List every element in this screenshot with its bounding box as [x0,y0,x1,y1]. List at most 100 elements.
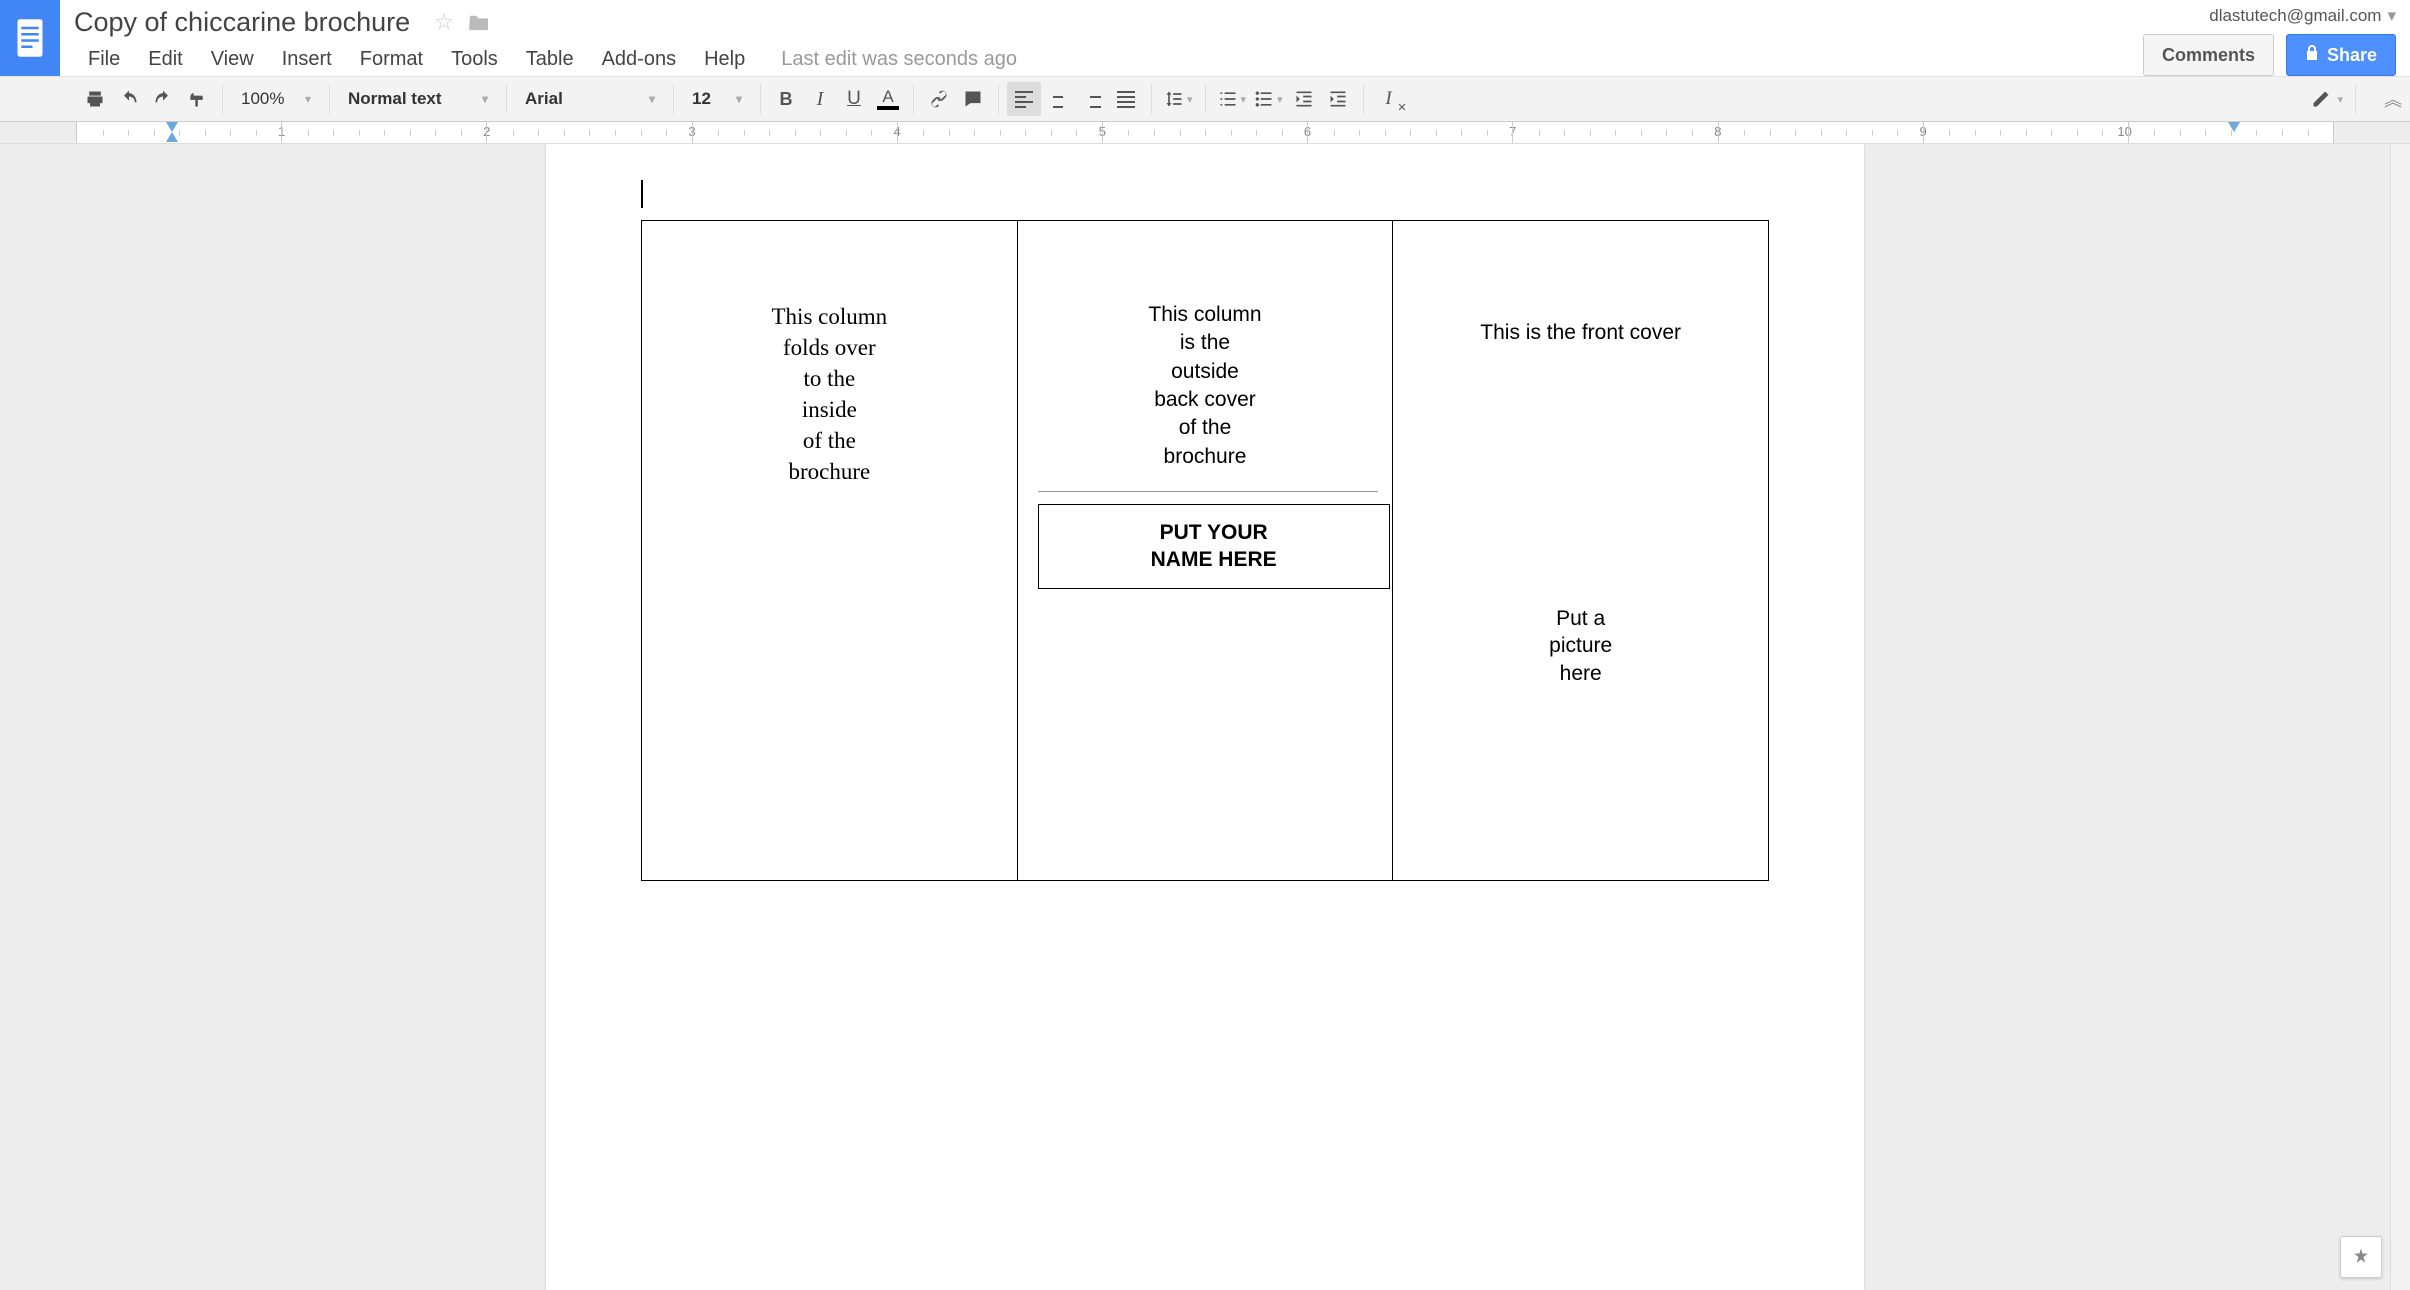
pic-line: here [1413,660,1748,687]
toolbar-separator [1205,84,1206,114]
toolbar-separator [998,84,999,114]
font-family-combo[interactable]: Arial ▾ [515,82,665,116]
brochure-col-3[interactable]: This is the front cover Put a picture he… [1393,221,1769,881]
increase-indent-button[interactable] [1321,82,1355,116]
caret-down-icon: ▾ [2387,6,2396,26]
header-buttons: Comments Share [2143,34,2396,76]
menu-table[interactable]: Table [512,42,588,77]
lock-icon [2305,45,2319,66]
col1-line: to the [662,363,997,394]
caret-down-icon: ▾ [1277,93,1283,106]
insert-link-button[interactable] [922,82,956,116]
pic-line: picture [1413,632,1748,659]
bold-button[interactable]: B [769,82,803,116]
numbered-list-button[interactable]: ▾ [1214,82,1251,116]
toolbar: 100% ▾ Normal text ▾ Arial ▾ 12 ▾ B I U … [0,76,2410,122]
col2-line: outside [1038,358,1373,386]
col1-text: This column folds over to the inside of … [662,301,997,487]
name-placeholder-box[interactable]: PUT YOUR NAME HERE [1038,504,1390,589]
text-color-a-icon: A [882,88,893,105]
col3-front-cover-text: This is the front cover [1413,321,1748,345]
brochure-table[interactable]: This column folds over to the inside of … [641,220,1769,881]
decrease-indent-button[interactable] [1287,82,1321,116]
toolbar-separator [1151,84,1152,114]
toolbar-separator [913,84,914,114]
collapse-toolbar-button[interactable]: ︽ [2384,86,2402,112]
toolbar-separator [760,84,761,114]
caret-down-icon: ▾ [1187,93,1193,106]
italic-button[interactable]: I [803,82,837,116]
menu-file[interactable]: File [74,42,134,77]
print-button[interactable] [78,82,112,116]
align-right-button[interactable] [1075,82,1109,116]
doc-title-row: Copy of chiccarine brochure ☆ [74,0,2410,38]
undo-button[interactable] [112,82,146,116]
clear-formatting-button[interactable]: I ✕ [1372,82,1406,116]
share-button-label: Share [2327,45,2377,66]
col1-line: of the [662,425,997,456]
col2-line: of the [1038,414,1373,442]
comments-button[interactable]: Comments [2143,34,2274,76]
paragraph-style-combo[interactable]: Normal text ▾ [338,82,498,116]
line-spacing-button[interactable]: ▾ [1160,82,1197,116]
toolbar-separator [329,84,330,114]
col2-divider [1038,491,1378,492]
menu-help[interactable]: Help [690,42,759,77]
folder-icon[interactable] [468,13,490,31]
brochure-col-2[interactable]: This column is the outside back cover of… [1017,221,1393,881]
star-icon[interactable]: ☆ [434,9,454,35]
account-email: dlastutech@gmail.com [2209,6,2381,26]
text-cursor [641,180,643,208]
toolbar-separator [2355,84,2356,114]
font-size-combo[interactable]: 12 ▾ [682,82,752,116]
document-title[interactable]: Copy of chiccarine brochure [74,6,410,38]
bulleted-list-button[interactable]: ▾ [1250,82,1287,116]
menu-tools[interactable]: Tools [437,42,512,77]
menu-view[interactable]: View [197,42,268,77]
align-justify-button[interactable] [1109,82,1143,116]
col2-text: This column is the outside back cover of… [1038,301,1373,471]
zoom-value: 100% [241,89,284,109]
paint-format-button[interactable] [180,82,214,116]
menu-format[interactable]: Format [346,42,437,77]
menu-insert[interactable]: Insert [268,42,346,77]
explore-button[interactable] [2340,1236,2382,1278]
document-canvas: This column folds over to the inside of … [0,144,2410,1290]
document-page[interactable]: This column folds over to the inside of … [546,144,1864,1290]
title-column: Copy of chiccarine brochure ☆ File Edit … [60,0,2410,77]
menu-edit[interactable]: Edit [134,42,196,77]
clear-formatting-icon: I [1385,88,1391,110]
title-bar: Copy of chiccarine brochure ☆ File Edit … [0,0,2410,76]
paragraph-style-value: Normal text [348,89,442,109]
insert-comment-button[interactable] [956,82,990,116]
first-line-indent-marker[interactable] [166,122,178,132]
zoom-combo[interactable]: 100% ▾ [231,82,321,116]
align-center-button[interactable] [1041,82,1075,116]
app-docs-icon[interactable] [0,0,60,76]
menu-addons[interactable]: Add-ons [588,42,691,77]
vertical-scrollbar[interactable] [2390,144,2410,1290]
pic-line: Put a [1413,605,1748,632]
ruler-scale: 1 2 3 4 5 6 7 8 9 10 [76,122,2334,143]
align-left-button[interactable] [1007,82,1041,116]
font-size-value: 12 [692,89,711,109]
text-color-bar [877,106,899,110]
brochure-col-1[interactable]: This column folds over to the inside of … [642,221,1018,881]
last-edit-label[interactable]: Last edit was seconds ago [759,42,1031,77]
x-icon: ✕ [1397,101,1406,114]
left-indent-marker[interactable] [166,132,178,142]
toolbar-separator [1363,84,1364,114]
name-line: PUT YOUR [1047,519,1381,546]
caret-down-icon: ▾ [736,92,742,106]
caret-down-icon: ▾ [2337,93,2343,106]
col2-line: This column [1038,301,1373,329]
share-button[interactable]: Share [2286,34,2396,76]
editing-mode-button[interactable]: ▾ [2307,82,2347,116]
account-menu[interactable]: dlastutech@gmail.com ▾ [2209,6,2396,26]
redo-button[interactable] [146,82,180,116]
text-color-button[interactable]: A [871,82,905,116]
toolbar-separator [673,84,674,114]
right-indent-marker[interactable] [2228,122,2240,132]
underline-button[interactable]: U [837,82,871,116]
horizontal-ruler[interactable]: 1 2 3 4 5 6 7 8 9 10 [0,122,2410,144]
